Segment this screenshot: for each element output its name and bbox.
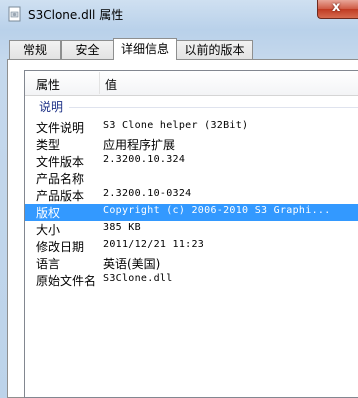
column-divider[interactable] <box>99 72 100 94</box>
list-item[interactable]: 文件版本 2.3200.10.324 <box>25 153 358 170</box>
property-name: 原始文件名 <box>36 274 97 288</box>
list-item[interactable]: 修改日期 2011/12/21 11:23 <box>25 238 358 255</box>
property-name: 版权 <box>36 206 61 220</box>
property-name: 产品版本 <box>36 189 85 203</box>
title-bar[interactable]: S3Clone.dll 属性 x <box>0 0 358 30</box>
property-name: 大小 <box>36 223 61 237</box>
property-name: 类型 <box>36 138 61 152</box>
column-header-value[interactable]: 值 <box>105 76 117 93</box>
list-item[interactable]: 原始文件名 S3Clone.dll <box>25 272 358 289</box>
close-icon: x <box>332 0 341 15</box>
list-item[interactable]: 产品名称 <box>25 170 358 187</box>
tab-details[interactable]: 详细信息 <box>113 38 177 60</box>
group-label: 说明 <box>39 100 64 114</box>
property-value: 英语(美国) <box>103 257 161 271</box>
window-frame: S3Clone.dll 属性 x 常规 安全 详细信息 以前的版本 属性 值 说… <box>0 0 358 398</box>
details-list[interactable]: 属性 值 说明 文件说明 S3 Clone helper (32Bit) 类型 … <box>24 70 358 398</box>
column-header-property[interactable]: 属性 <box>36 76 60 93</box>
property-value: S3 Clone helper (32Bit) <box>103 120 249 131</box>
group-header-description: 说明 <box>25 98 358 114</box>
property-value: S3Clone.dll <box>103 273 173 284</box>
list-item-selected[interactable]: 版权 Copyright (c) 2006-2010 S3 Graphi... <box>25 204 358 221</box>
property-name: 语言 <box>36 257 61 271</box>
property-value: 2011/12/21 11:23 <box>103 239 205 250</box>
list-header: 属性 值 <box>25 71 358 96</box>
property-value: 应用程序扩展 <box>103 138 176 152</box>
property-name: 产品名称 <box>36 172 85 186</box>
property-name: 文件版本 <box>36 155 85 169</box>
dll-file-icon <box>8 6 21 22</box>
tab-general[interactable]: 常规 <box>9 40 61 59</box>
tab-previous-versions[interactable]: 以前的版本 <box>176 40 253 59</box>
group-divider <box>69 107 358 108</box>
list-item[interactable]: 文件说明 S3 Clone helper (32Bit) <box>25 119 358 136</box>
property-name: 修改日期 <box>36 240 85 254</box>
list-item[interactable]: 类型 应用程序扩展 <box>25 136 358 153</box>
tab-security[interactable]: 安全 <box>61 40 114 59</box>
tab-strip: 常规 安全 详细信息 以前的版本 <box>7 38 357 60</box>
close-button[interactable]: x <box>317 0 358 19</box>
list-item[interactable]: 大小 385 KB <box>25 221 358 238</box>
property-name: 文件说明 <box>36 121 85 135</box>
list-item[interactable]: 产品版本 2.3200.10-0324 <box>25 187 358 204</box>
property-value: 2.3200.10.324 <box>103 154 186 165</box>
property-value: 2.3200.10-0324 <box>103 188 192 199</box>
list-item[interactable]: 语言 英语(美国) <box>25 255 358 272</box>
property-value: 385 KB <box>103 222 141 233</box>
window-title: S3Clone.dll 属性 <box>28 8 124 22</box>
property-value: Copyright (c) 2006-2010 S3 Graphi... <box>103 205 331 216</box>
